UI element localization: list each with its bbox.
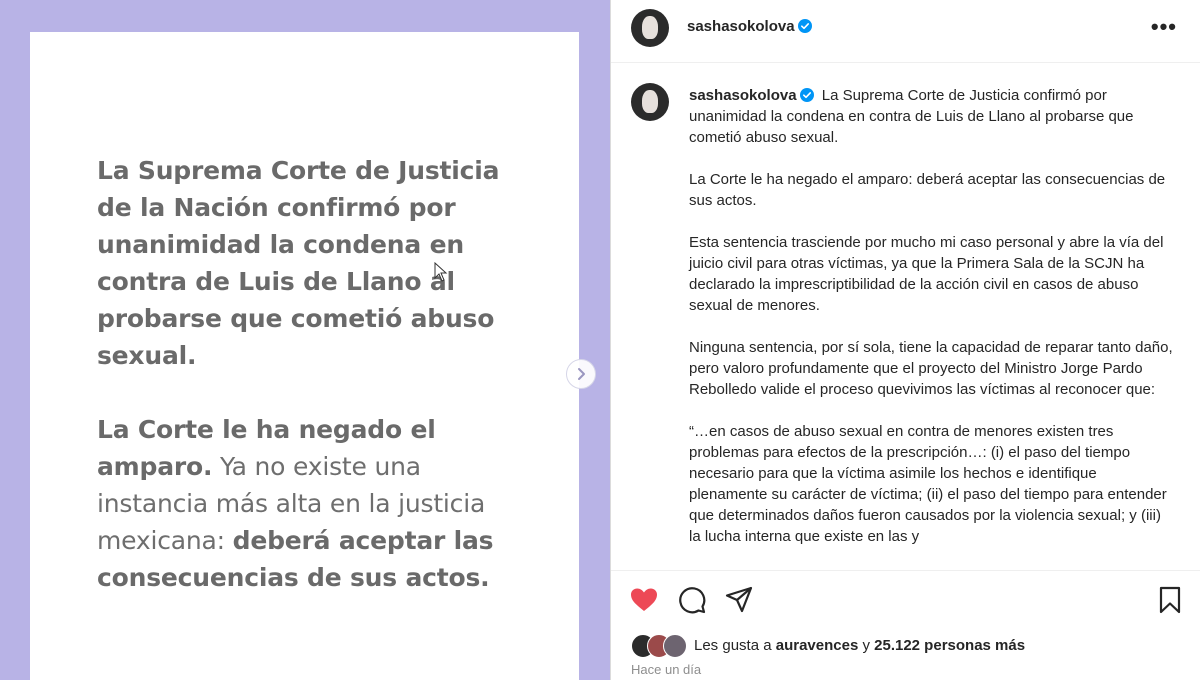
header-username-text[interactable]: sashasokolova (687, 18, 795, 35)
share-icon[interactable] (724, 585, 754, 615)
image-paragraph-2: La Corte le ha negado el amparo. Ya no e… (97, 411, 527, 596)
header-username[interactable]: sashasokolova (687, 18, 812, 35)
post-header: sashasokolova ••• (611, 0, 1200, 63)
action-bar (611, 570, 1200, 630)
likes-prefix: Les gusta a (694, 637, 776, 654)
mouse-cursor-icon (434, 262, 448, 282)
caption-username-text[interactable]: sashasokolova (689, 87, 797, 104)
more-options-button[interactable]: ••• (1151, 14, 1177, 40)
post-image-card: La Suprema Corte de Justicia de la Nació… (30, 32, 579, 680)
chevron-right-icon (578, 368, 585, 380)
comment-icon[interactable] (677, 585, 707, 615)
caption-username[interactable]: sashasokolova (689, 87, 814, 104)
likes-text: Les gusta a auravences y 25.122 personas… (694, 637, 1025, 654)
image-paragraph-1: La Suprema Corte de Justicia de la Nació… (97, 152, 527, 374)
likes-count-link[interactable]: 25.122 personas más (874, 637, 1025, 654)
likes-user-link[interactable]: auravences (776, 637, 859, 654)
bookmark-icon[interactable] (1155, 585, 1185, 615)
post-timestamp[interactable]: Hace un día (631, 662, 701, 677)
likes-summary[interactable]: Les gusta a auravences y 25.122 personas… (631, 634, 1191, 658)
post-media[interactable]: La Suprema Corte de Justicia de la Nació… (0, 0, 610, 680)
verified-badge-icon (797, 19, 812, 33)
instagram-post-view: La Suprema Corte de Justicia de la Nació… (0, 0, 1200, 680)
next-slide-button[interactable] (566, 359, 596, 389)
more-horizontal-icon: ••• (1150, 14, 1177, 39)
likes-connector: y (858, 637, 875, 654)
avatar (663, 634, 687, 658)
caption-paragraph-1: sashasokolova La Suprema Corte de Justic… (689, 85, 1175, 148)
caption-paragraph-4: Ninguna sentencia, por sí sola, tiene la… (689, 339, 1173, 398)
caption-paragraph-2: La Corte le ha negado el amparo: deberá … (689, 171, 1166, 209)
caption-area[interactable]: sashasokolova La Suprema Corte de Justic… (611, 63, 1200, 570)
caption-text: sashasokolova La Suprema Corte de Justic… (689, 85, 1175, 568)
heart-filled-icon[interactable] (629, 585, 659, 615)
caption-avatar[interactable] (631, 83, 669, 121)
post-details-panel: sashasokolova ••• sashasokolova La Supre… (610, 0, 1200, 680)
verified-badge-icon (799, 88, 814, 102)
liker-avatars (631, 634, 691, 658)
caption-paragraph-5: “…en casos de abuso sexual en contra de … (689, 423, 1167, 545)
caption-paragraph-3: Esta sentencia trasciende por mucho mi c… (689, 234, 1164, 314)
post-image-text: La Suprema Corte de Justicia de la Nació… (97, 152, 527, 596)
avatar[interactable] (631, 9, 669, 47)
